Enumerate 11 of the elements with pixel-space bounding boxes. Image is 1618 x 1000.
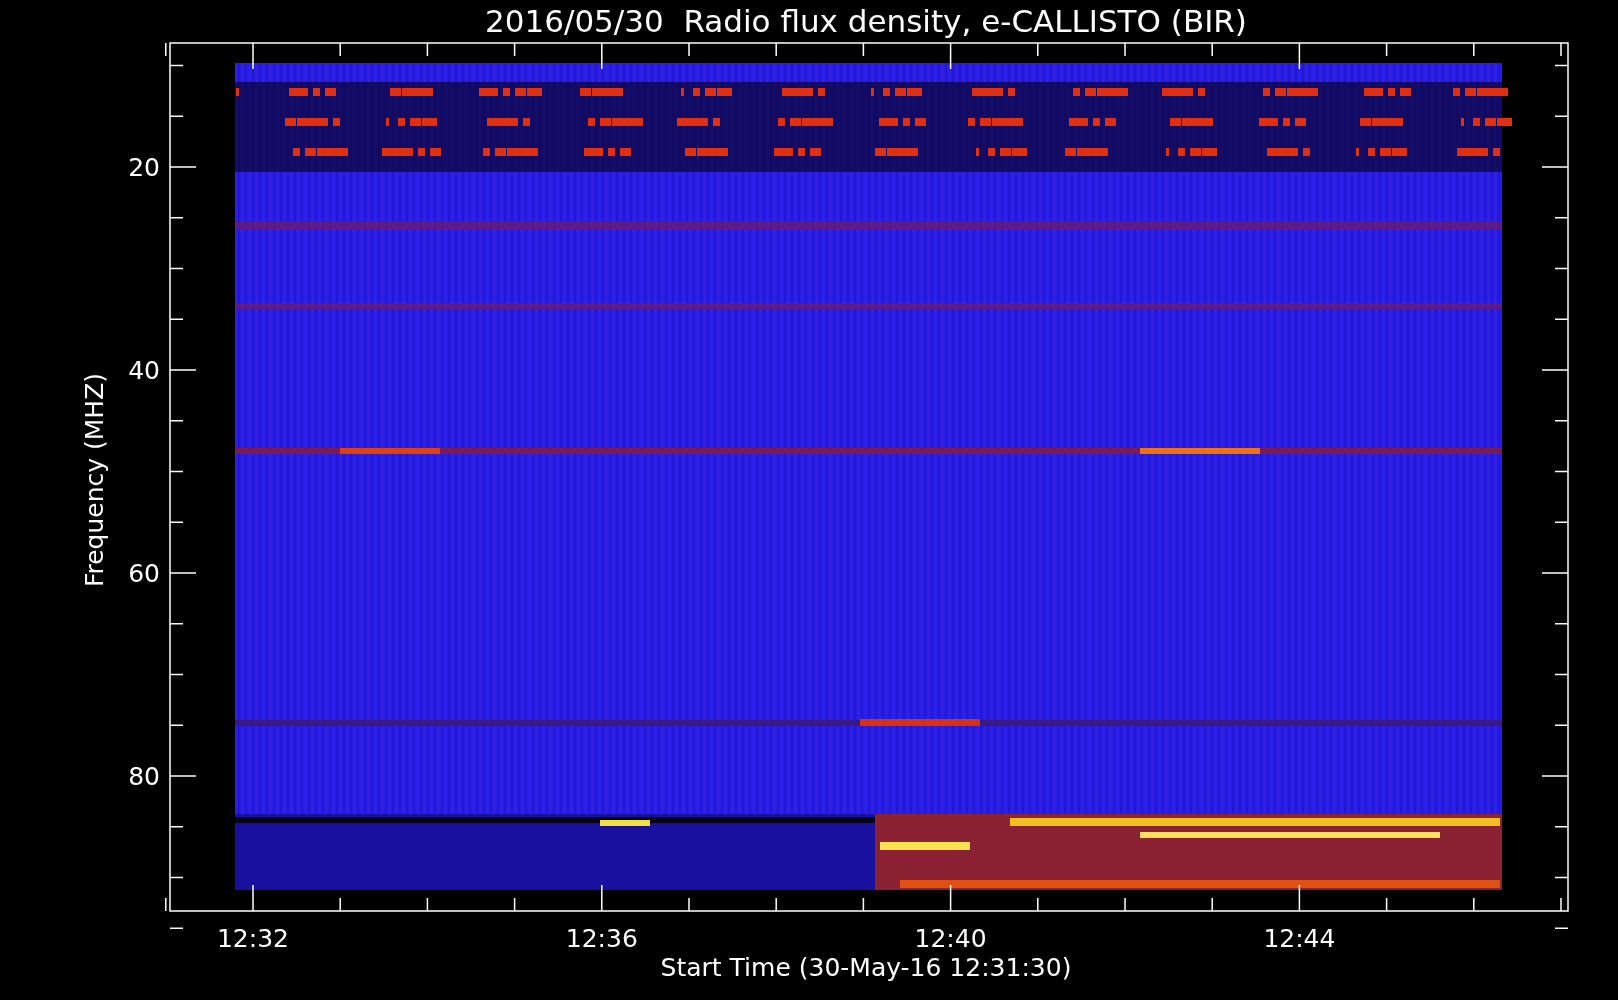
x-axis-label: Start Time (30-May-16 12:31:30) — [660, 953, 1072, 982]
x-tick-label: 12:44 — [1263, 924, 1336, 953]
y-tick-label: 60 — [128, 559, 160, 588]
plot-title: 2016/05/30 Radio flux density, e-CALLISTO (BIR) — [485, 3, 1247, 39]
y-tick-label: 80 — [128, 762, 160, 791]
y-tick-label: 20 — [128, 153, 160, 182]
y-axis-label: Frequency (MHZ) — [80, 372, 109, 588]
x-tick-label: 12:32 — [217, 924, 289, 953]
x-tick-label: 12:40 — [914, 924, 987, 953]
x-tick-label: 12:36 — [565, 924, 638, 953]
y-tick-label: 40 — [128, 356, 160, 385]
